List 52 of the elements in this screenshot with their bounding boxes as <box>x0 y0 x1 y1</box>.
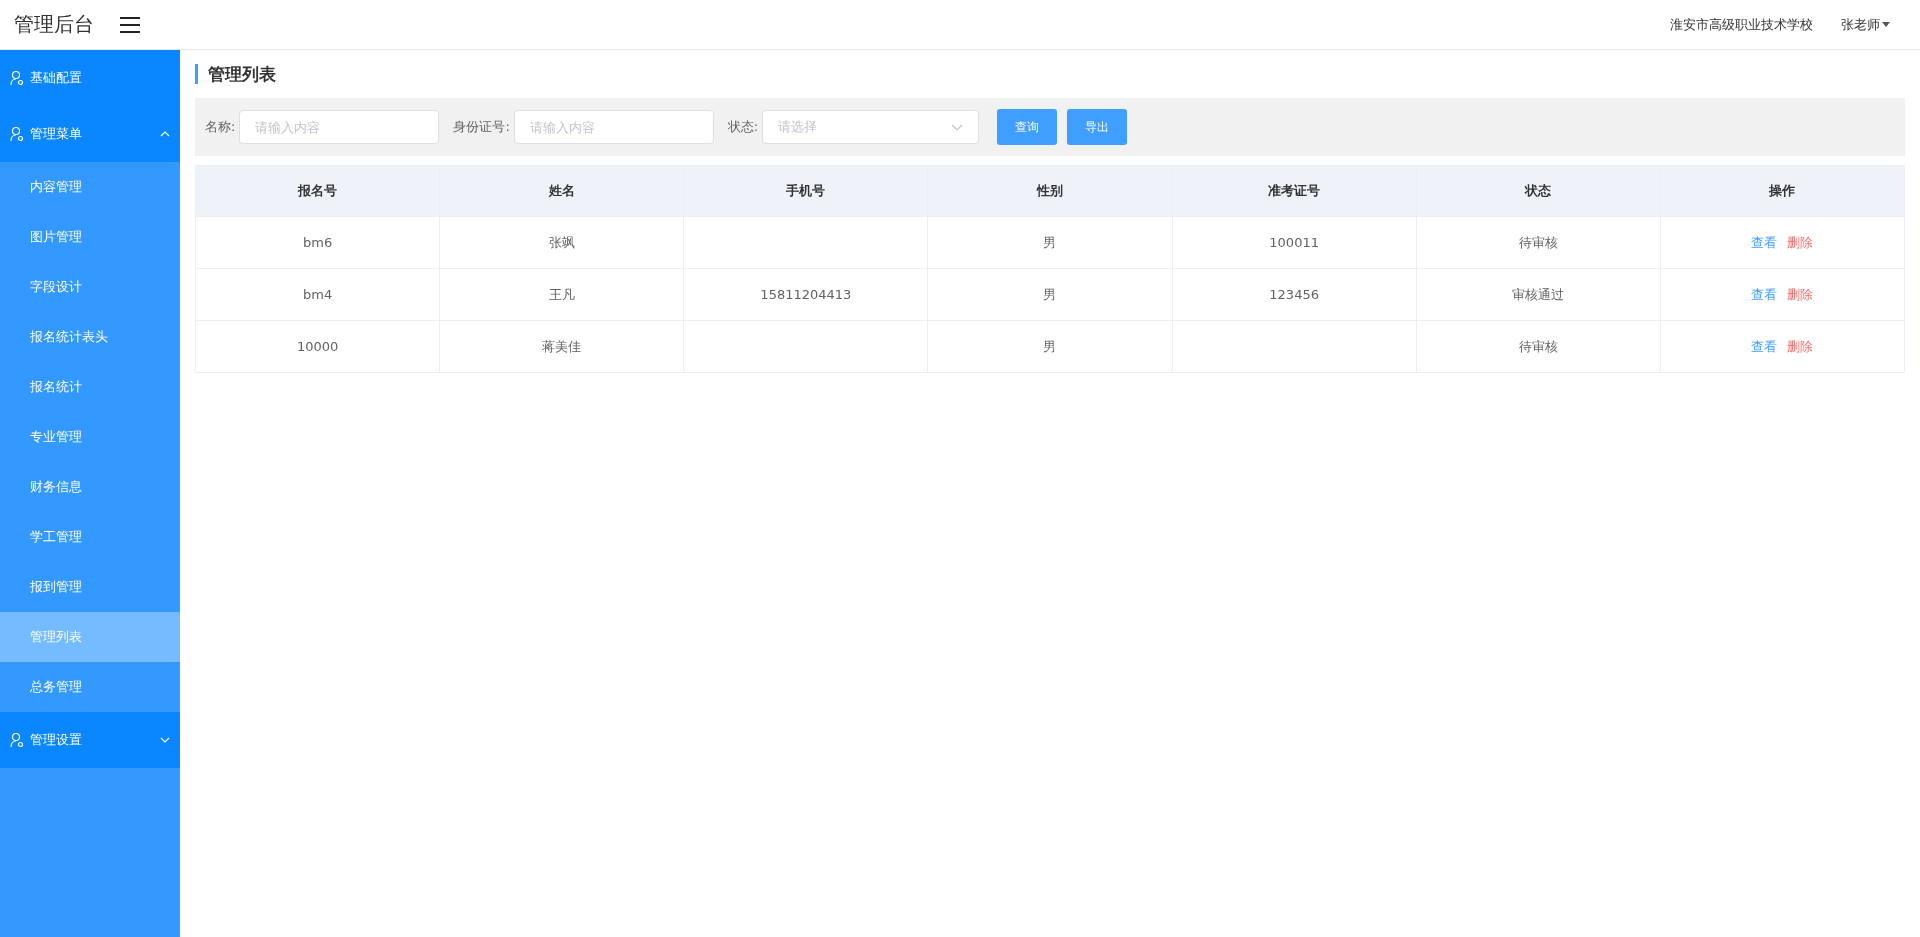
chevron-icon <box>951 123 964 131</box>
chevron-icon <box>160 737 170 743</box>
column-header: 姓名 <box>439 165 684 217</box>
input-field[interactable]: 请输入内容 <box>513 110 714 144</box>
table-cell: 张飒 <box>439 216 684 269</box>
column-header: 状态 <box>1416 165 1661 217</box>
filter-label: 身份证号: <box>453 118 510 136</box>
user-icon <box>10 732 24 748</box>
delete-link[interactable]: 删除 <box>1787 285 1814 304</box>
school-name: 淮安市高级职业技术学校 <box>1670 15 1813 34</box>
table-cell: 10000 <box>195 320 440 373</box>
filter-label: 名称: <box>205 118 236 136</box>
page-title: 管理列表 <box>195 64 1905 84</box>
delete-link[interactable]: 删除 <box>1787 337 1814 356</box>
table-cell: 男 <box>927 216 1173 269</box>
table-cell: 123456 <box>1172 268 1417 321</box>
menu-icon[interactable] <box>120 16 140 33</box>
table-cell: 待审核 <box>1416 320 1661 373</box>
view-link[interactable]: 查看 <box>1751 233 1778 252</box>
filter-label: 状态: <box>727 118 759 136</box>
action-button[interactable]: 导出 <box>1067 109 1128 145</box>
table-cell: 15811204413 <box>683 268 928 321</box>
sidebar-group[interactable]: 管理菜单 <box>0 106 180 162</box>
table-cell: bm6 <box>195 216 440 269</box>
delete-link[interactable]: 删除 <box>1787 233 1814 252</box>
app-title: 管理后台 <box>14 11 94 38</box>
action-button[interactable]: 查询 <box>997 109 1058 145</box>
column-header: 准考证号 <box>1172 165 1417 217</box>
view-link[interactable]: 查看 <box>1751 285 1778 304</box>
user-icon <box>10 126 24 142</box>
user-menu[interactable]: 张老师 <box>1841 15 1890 34</box>
table-cell: 蒋美佳 <box>439 320 684 373</box>
table-cell: 审核通过 <box>1416 268 1661 321</box>
input-field[interactable]: 请输入内容 <box>239 110 440 144</box>
table-cell: 待审核 <box>1416 216 1661 269</box>
view-link[interactable]: 查看 <box>1751 337 1778 356</box>
user-icon <box>10 70 24 86</box>
column-header: 操作 <box>1660 165 1905 217</box>
chevron-icon <box>160 131 170 137</box>
table-cell: 男 <box>927 268 1173 321</box>
table-cell: 男 <box>927 320 1173 373</box>
caret-icon <box>1882 22 1890 27</box>
column-header: 报名号 <box>195 165 440 217</box>
table-cell: 王凡 <box>439 268 684 321</box>
sidebar-item[interactable]: 基础配置 <box>0 50 180 106</box>
table-cell: bm4 <box>195 268 440 321</box>
column-header: 性别 <box>927 165 1173 217</box>
column-header: 手机号 <box>683 165 928 217</box>
sidebar-group[interactable]: 管理设置 <box>0 712 180 768</box>
select-field[interactable]: 请选择 <box>762 110 980 144</box>
sidebar-item[interactable]: 管理列表 <box>0 612 180 662</box>
table-cell: 100011 <box>1172 216 1417 269</box>
